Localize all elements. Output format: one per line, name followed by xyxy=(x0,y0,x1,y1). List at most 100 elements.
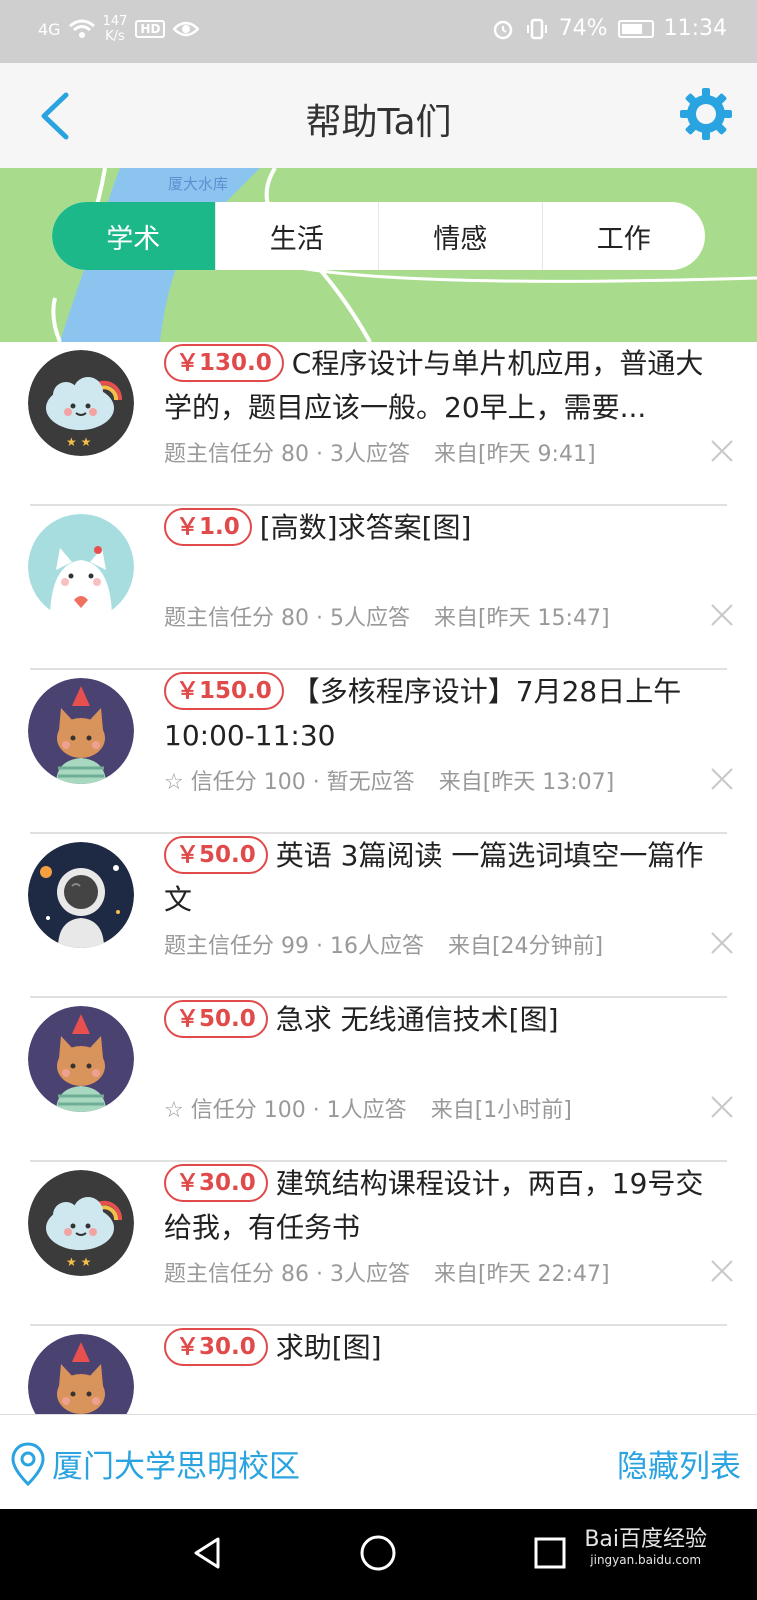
item-time: 来自[昨天 9:41] xyxy=(433,442,596,467)
cloud-avatar-icon: ★ ★ xyxy=(28,350,134,456)
close-icon[interactable] xyxy=(709,766,735,792)
page-title: 帮助Ta们 xyxy=(305,102,452,143)
location-button[interactable]: 厦门大学思明校区 xyxy=(10,1441,300,1486)
party-cat-avatar-icon xyxy=(28,1006,134,1112)
system-nav-bar: Bai百度经验 jingyan.baidu.com xyxy=(0,1509,757,1600)
list-item[interactable]: ￥50.0 英语 3篇阅读 一篇选词填空一篇作文 题主信任分 99 · 16人应答… xyxy=(0,834,757,998)
tab-life[interactable]: 生活 xyxy=(216,202,379,270)
close-icon[interactable] xyxy=(709,438,735,464)
price-badge: ￥50.0 xyxy=(164,836,268,874)
watermark-url: jingyan.baidu.com xyxy=(590,1553,702,1567)
watermark: Bai百度经验 jingyan.baidu.com xyxy=(584,1521,707,1567)
speed-unit: K/s xyxy=(105,29,125,44)
item-content: ￥30.0 求助[图] xyxy=(164,1326,724,1414)
item-title-line: ￥150.0 【多核程序设计】7月28日上午10:00-11:30 xyxy=(164,670,724,758)
tab-work[interactable]: 工作 xyxy=(543,202,706,270)
header: 帮助Ta们 xyxy=(0,63,757,168)
item-meta: ☆ 信任分 100 · 暂无应答 来自[昨天 13:07] xyxy=(164,764,614,796)
recents-square-icon[interactable] xyxy=(530,1533,570,1573)
svg-text:★ ★: ★ ★ xyxy=(66,1255,91,1269)
item-content: ￥50.0 英语 3篇阅读 一篇选词填空一篇作文 xyxy=(164,834,724,922)
close-icon[interactable] xyxy=(709,1258,735,1284)
item-title-line: ￥130.0 C程序设计与单片机应用，普通大学的，题目应该一般。20早上，需要..… xyxy=(164,342,724,430)
astronaut-avatar-icon xyxy=(28,842,134,948)
item-title: 急求 无线通信技术[图] xyxy=(275,1003,559,1036)
hide-list-button[interactable]: 隐藏列表 xyxy=(617,1441,741,1486)
app-screen: 4G 147 K/s HD 74% 11:34 帮助Ta们 厦大水库 学术 生活… xyxy=(0,0,757,1600)
status-left: 4G 147 K/s HD xyxy=(38,14,200,44)
list-item[interactable]: ★ ★ ￥30.0 建筑结构课程设计，两百，19号交给我，有任务书 题主信任分 8… xyxy=(0,1162,757,1326)
list-item[interactable]: ￥1.0 [高数]求答案[图] 题主信任分 80 · 5人应答 来自[昨天 15:4… xyxy=(0,506,757,670)
location-pin-icon xyxy=(11,1441,45,1486)
map-label: 厦大水库 xyxy=(168,175,229,193)
item-title-line: ￥1.0 [高数]求答案[图] xyxy=(164,506,724,594)
item-time: 来自[1小时前] xyxy=(430,1098,572,1123)
close-icon[interactable] xyxy=(709,602,735,628)
watermark-brand: Bai百度经验 xyxy=(584,1527,707,1552)
list-item[interactable]: ★ ★ ￥130.0 C程序设计与单片机应用，普通大学的，题目应该一般。20早上，… xyxy=(0,342,757,506)
network-speed: 147 K/s xyxy=(103,14,128,44)
item-content: ￥30.0 建筑结构课程设计，两百，19号交给我，有任务书 xyxy=(164,1162,724,1250)
item-title-line: ￥50.0 急求 无线通信技术[图] xyxy=(164,998,724,1086)
status-right: 74% 11:34 xyxy=(491,16,727,41)
alarm-icon xyxy=(493,20,512,39)
item-title-line: ￥50.0 英语 3篇阅读 一篇选词填空一篇作文 xyxy=(164,834,724,922)
battery-percent: 74% xyxy=(558,16,608,41)
location-label: 厦门大学思明校区 xyxy=(52,1449,300,1485)
avatar[interactable]: ★ ★ xyxy=(28,350,134,456)
vibrate-icon xyxy=(526,18,547,39)
status-bar: 4G 147 K/s HD 74% 11:34 xyxy=(0,0,757,63)
price-badge: ￥50.0 xyxy=(164,1000,268,1038)
hd-badge: HD xyxy=(135,20,166,38)
eye-icon xyxy=(173,21,200,37)
speed-value: 147 xyxy=(102,14,128,29)
item-time: 来自[昨天 22:47] xyxy=(433,1262,610,1287)
price-badge: ￥130.0 xyxy=(164,344,284,382)
home-circle-icon[interactable] xyxy=(358,1533,398,1573)
avatar[interactable] xyxy=(28,842,134,948)
price-badge: ￥150.0 xyxy=(164,672,284,710)
category-tabs: 学术 生活 情感 工作 xyxy=(52,202,705,270)
clock: 11:34 xyxy=(663,16,727,41)
item-title-line: ￥30.0 建筑结构课程设计，两百，19号交给我，有任务书 xyxy=(164,1162,724,1250)
list-item[interactable]: ￥150.0 【多核程序设计】7月28日上午10:00-11:30 ☆ 信任分 1… xyxy=(0,670,757,834)
item-title-line: ￥30.0 求助[图] xyxy=(164,1326,724,1414)
price-badge: ￥1.0 xyxy=(164,508,252,546)
item-time: 来自[昨天 13:07] xyxy=(438,770,615,795)
avatar[interactable] xyxy=(28,678,134,784)
svg-text:★ ★: ★ ★ xyxy=(66,435,91,449)
item-content: ￥130.0 C程序设计与单片机应用，普通大学的，题目应该一般。20早上，需要..… xyxy=(164,342,724,430)
cloud-avatar-icon: ★ ★ xyxy=(28,1170,134,1276)
tab-emotion[interactable]: 情感 xyxy=(379,202,543,270)
battery-fill xyxy=(621,23,643,34)
trust-info: 题主信任分 80 · 3人应答 xyxy=(164,442,410,467)
item-content: ￥1.0 [高数]求答案[图] xyxy=(164,506,724,594)
avatar[interactable] xyxy=(28,1006,134,1112)
bottom-bar: 厦门大学思明校区 隐藏列表 xyxy=(0,1414,757,1509)
avatar[interactable]: ★ ★ xyxy=(28,1170,134,1276)
price-badge: ￥30.0 xyxy=(164,1328,268,1366)
list-item[interactable]: ￥30.0 求助[图] xyxy=(0,1326,757,1414)
tab-academic[interactable]: 学术 xyxy=(52,202,216,270)
request-list[interactable]: ★ ★ ￥130.0 C程序设计与单片机应用，普通大学的，题目应该一般。20早上，… xyxy=(0,342,757,1414)
avatar[interactable] xyxy=(28,1334,134,1414)
item-meta: 题主信任分 99 · 16人应答 来自[24分钟前] xyxy=(164,928,603,960)
item-content: ￥150.0 【多核程序设计】7月28日上午10:00-11:30 xyxy=(164,670,724,758)
party-cat-avatar-icon xyxy=(28,1334,134,1414)
item-meta: ☆ 信任分 100 · 1人应答 来自[1小时前] xyxy=(164,1092,572,1124)
party-cat-avatar-icon xyxy=(28,678,134,784)
price-badge: ￥30.0 xyxy=(164,1164,268,1202)
item-time: 来自[24分钟前] xyxy=(447,934,604,959)
close-icon[interactable] xyxy=(709,1094,735,1120)
gear-icon[interactable] xyxy=(679,87,733,141)
back-triangle-icon[interactable] xyxy=(188,1533,228,1573)
battery-icon xyxy=(617,19,654,38)
item-content: ￥50.0 急求 无线通信技术[图] xyxy=(164,998,724,1086)
trust-info: ☆ 信任分 100 · 1人应答 xyxy=(164,1098,407,1123)
item-title: [高数]求答案[图] xyxy=(259,511,472,544)
avatar[interactable] xyxy=(28,514,134,620)
close-icon[interactable] xyxy=(709,930,735,956)
map-view[interactable]: 厦大水库 学术 生活 情感 工作 xyxy=(0,168,757,342)
white-cat-avatar-icon xyxy=(28,514,134,620)
list-item[interactable]: ￥50.0 急求 无线通信技术[图] ☆ 信任分 100 · 1人应答 来自[1小时… xyxy=(0,998,757,1162)
